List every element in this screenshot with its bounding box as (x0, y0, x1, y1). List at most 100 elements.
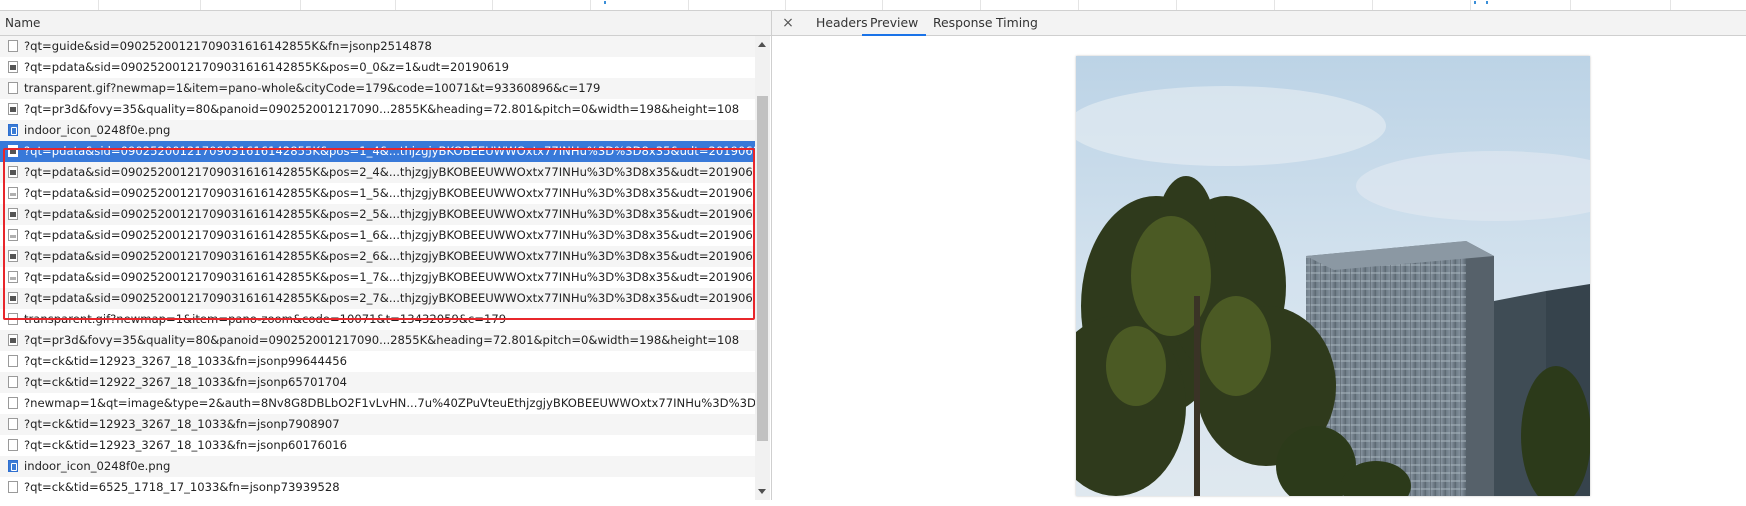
timeline-gridline (980, 0, 981, 10)
image-file-icon (8, 145, 18, 157)
timeline-request-marker (604, 1, 606, 4)
timeline-request-marker (1486, 1, 1488, 4)
request-row[interactable]: ?qt=ck&tid=12923_3267_18_1033&fn=jsonp60… (0, 435, 755, 456)
image-preview (1076, 56, 1590, 496)
request-name: ?qt=pr3d&fovy=35&quality=80&panoid=09025… (24, 102, 740, 116)
request-row[interactable]: ?qt=pdata&sid=09025200121709031616142855… (0, 57, 755, 78)
request-list-panel: Name ?qt=guide&sid=090252001217090316161… (0, 11, 772, 500)
timeline-request-marker (1474, 1, 1476, 4)
png-icon (8, 460, 18, 472)
timeline-gridline (492, 0, 493, 10)
request-row[interactable]: ?qt=guide&sid=09025200121709031616142855… (0, 36, 755, 57)
request-list-scrollbar[interactable] (755, 36, 770, 500)
image-file-icon (8, 250, 18, 262)
timeline-gridline (1570, 0, 1571, 10)
document-icon (8, 439, 18, 451)
light-image-file-icon (8, 229, 18, 241)
document-icon (8, 418, 18, 430)
request-name: ?qt=pdata&sid=09025200121709031616142855… (24, 291, 755, 305)
request-name: indoor_icon_0248f0e.png (24, 459, 171, 473)
request-row[interactable]: ?qt=pdata&sid=09025200121709031616142855… (0, 288, 755, 309)
tab-timing[interactable]: Timing (988, 11, 1046, 34)
document-icon (8, 355, 18, 367)
request-row[interactable]: ?qt=pdata&sid=09025200121709031616142855… (0, 183, 755, 204)
timeline-gridline (785, 0, 786, 10)
request-row[interactable]: ?qt=ck&tid=12922_3267_18_1033&fn=jsonp65… (0, 372, 755, 393)
document-icon (8, 82, 18, 94)
request-name: ?qt=pdata&sid=09025200121709031616142855… (24, 60, 510, 74)
timeline-gridline (1078, 0, 1079, 10)
request-name: ?qt=pdata&sid=09025200121709031616142855… (24, 165, 755, 179)
request-name: ?qt=ck&tid=12923_3267_18_1033&fn=jsonp79… (24, 417, 340, 431)
request-list: ?qt=guide&sid=09025200121709031616142855… (0, 36, 755, 506)
request-row[interactable]: ?qt=pdata&sid=09025200121709031616142855… (0, 162, 755, 183)
request-row[interactable]: indoor_icon_0248f0e.png (0, 120, 755, 141)
request-name: ?qt=pdata&sid=09025200121709031616142855… (24, 249, 755, 263)
light-image-file-icon (8, 271, 18, 283)
request-name: ?qt=pdata&sid=09025200121709031616142855… (24, 228, 755, 242)
image-file-icon (8, 334, 18, 346)
request-name: ?qt=pr3d&fovy=35&quality=80&panoid=09025… (24, 333, 740, 347)
timeline-gridline (688, 0, 689, 10)
timeline-gridline (98, 0, 99, 10)
request-name: indoor_icon_0248f0e.png (24, 123, 171, 137)
request-row[interactable]: ?qt=ck&tid=12923_3267_18_1033&fn=jsonp79… (0, 414, 755, 435)
timeline-gridline (1274, 0, 1275, 10)
request-row[interactable]: ?qt=pdata&sid=09025200121709031616142855… (0, 225, 755, 246)
request-row[interactable]: ?qt=ck&tid=12923_3267_18_1033&fn=jsonp99… (0, 351, 755, 372)
detail-tab-bar: × Headers Preview Response Timing (772, 11, 1746, 36)
timeline-gridline (1176, 0, 1177, 10)
name-column-header[interactable]: Name (0, 11, 771, 36)
image-file-icon (8, 292, 18, 304)
request-name: ?qt=guide&sid=09025200121709031616142855… (24, 39, 432, 53)
timeline-gridline (1372, 0, 1373, 10)
scrollbar-thumb[interactable] (757, 96, 768, 441)
document-icon (8, 40, 18, 52)
request-row[interactable]: transparent.gif?newmap=1&item=pano-whole… (0, 78, 755, 99)
request-name: ?qt=ck&tid=12923_3267_18_1033&fn=jsonp99… (24, 354, 348, 368)
request-name: transparent.gif?newmap=1&item=pano-whole… (24, 81, 601, 95)
request-row[interactable]: ?qt=pdata&sid=09025200121709031616142855… (0, 246, 755, 267)
request-name: ?newmap=1&qt=image&type=2&auth=8Nv8G8DBL… (24, 396, 755, 410)
timeline-gridline (590, 0, 591, 10)
request-name: ?qt=ck&tid=12923_3267_18_1033&fn=jsonp60… (24, 438, 348, 452)
document-icon (8, 397, 18, 409)
request-name: ?qt=pdata&sid=09025200121709031616142855… (24, 144, 755, 158)
panorama-image (1076, 56, 1590, 496)
light-image-file-icon (8, 187, 18, 199)
request-row[interactable]: ?qt=pdata&sid=09025200121709031616142855… (0, 267, 755, 288)
request-name: ?qt=pdata&sid=09025200121709031616142855… (24, 207, 755, 221)
request-row[interactable]: ?qt=pdata&sid=09025200121709031616142855… (0, 141, 755, 162)
image-file-icon (8, 103, 18, 115)
timeline-gridline (300, 0, 301, 10)
request-name: transparent.gif?newmap=1&item=pano-zoom&… (24, 312, 507, 326)
request-detail-panel: × Headers Preview Response Timing (772, 11, 1746, 500)
request-name: ?qt=pdata&sid=09025200121709031616142855… (24, 270, 755, 284)
scroll-down-arrow-icon[interactable] (758, 489, 766, 494)
image-file-icon (8, 166, 18, 178)
request-row[interactable]: transparent.gif?newmap=1&item=pano-zoom&… (0, 309, 755, 330)
preview-pane (772, 36, 1746, 500)
request-row[interactable]: ?qt=ck&tid=6525_1718_17_1033&fn=jsonp739… (0, 477, 755, 498)
document-icon (8, 376, 18, 388)
scroll-up-arrow-icon[interactable] (758, 42, 766, 47)
document-icon (8, 313, 18, 325)
tab-preview[interactable]: Preview (862, 11, 927, 36)
close-icon[interactable]: × (780, 11, 796, 35)
request-row[interactable]: ?qt=pr3d&fovy=35&quality=80&panoid=09025… (0, 99, 755, 120)
request-name: ?qt=pdata&sid=09025200121709031616142855… (24, 186, 755, 200)
timeline-gridline (395, 0, 396, 10)
timeline-gridline (1670, 0, 1671, 10)
timeline-gridline (1470, 0, 1471, 10)
request-row[interactable]: indoor_icon_0248f0e.png (0, 456, 755, 477)
network-timeline-overview[interactable] (0, 0, 1746, 11)
request-row[interactable]: ?qt=pdata&sid=09025200121709031616142855… (0, 204, 755, 225)
request-name: ?qt=ck&tid=12922_3267_18_1033&fn=jsonp65… (24, 375, 348, 389)
request-row[interactable]: ?qt=pr3d&fovy=35&quality=80&panoid=09025… (0, 330, 755, 351)
request-row[interactable]: ?newmap=1&qt=image&type=2&auth=8Nv8G8DBL… (0, 393, 755, 414)
png-icon (8, 124, 18, 136)
request-name: ?qt=ck&tid=6525_1718_17_1033&fn=jsonp739… (24, 480, 340, 494)
timeline-gridline (882, 0, 883, 10)
timeline-gridline (200, 0, 201, 10)
document-icon (8, 481, 18, 493)
